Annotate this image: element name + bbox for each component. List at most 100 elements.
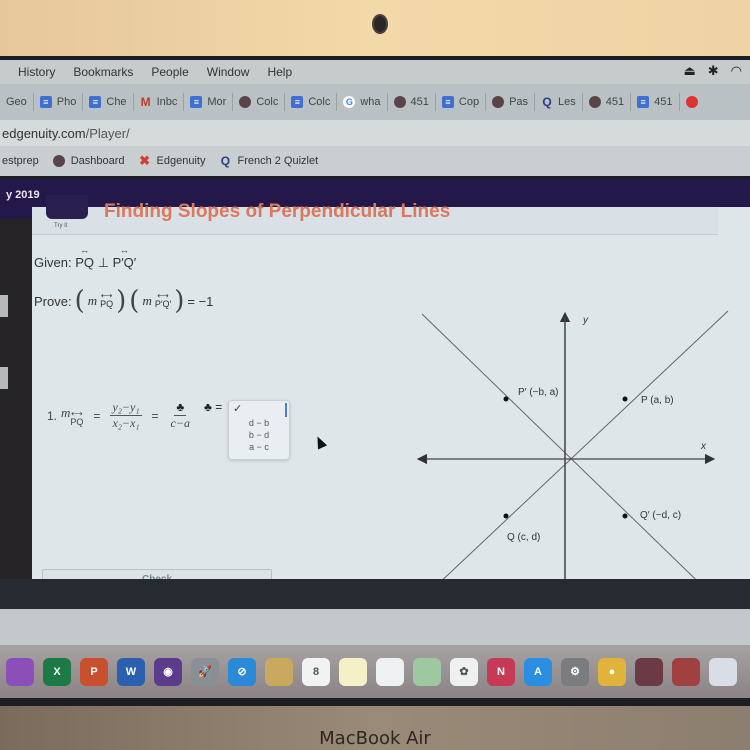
- prove-rhs: = −1: [187, 293, 214, 309]
- dock-app-maps-icon[interactable]: [413, 657, 441, 686]
- point-p: [622, 396, 628, 402]
- tab[interactable]: ≡ Colc: [285, 93, 338, 111]
- tab[interactable]: 451: [583, 93, 632, 111]
- brand-label: MacBook Air: [319, 728, 431, 749]
- camera-icon: [372, 14, 388, 34]
- dock-app-calendar-icon[interactable]: 8: [302, 657, 330, 686]
- docs-icon: ≡: [39, 96, 52, 108]
- equals-sign: =: [151, 408, 159, 423]
- slope-subscript: PQ: [70, 416, 84, 427]
- checkmark-icon: ✓: [233, 403, 243, 415]
- eagle-icon: [239, 96, 252, 108]
- proof-step-1: 1. m ⟷ PQ = y₂−y₁ x₂−x₁ = ♣ c−a: [47, 400, 192, 431]
- dropdown-option[interactable]: b − d: [229, 429, 289, 441]
- tab[interactable]: Q Les: [535, 93, 583, 111]
- dock-app-app-store-icon[interactable]: A: [524, 657, 552, 686]
- address-bar[interactable]: edgenuity.com/Player/: [0, 120, 750, 146]
- tab-bar: Geo ≡ Pho ≡ Che M Inbc ≡ Mor Colc ≡ Colc Gwha…: [0, 84, 750, 120]
- dock-app-notes-icon[interactable]: [339, 657, 367, 686]
- tab[interactable]: [680, 93, 704, 111]
- docs-icon: ≡: [190, 96, 203, 108]
- dock-app-safari-icon[interactable]: ⊘: [228, 657, 256, 686]
- menu-bookmarks[interactable]: Bookmarks: [73, 65, 133, 79]
- point-q-prime: [622, 513, 628, 519]
- dock-app-chrome-icon[interactable]: ●: [598, 657, 626, 686]
- dropdown-option[interactable]: a − c: [229, 441, 289, 453]
- x-axis-label: x: [700, 441, 707, 452]
- tab-label: Geo: [6, 96, 27, 108]
- given-statement: Given: PQ ⊥ P′Q′: [34, 246, 137, 271]
- dropdown-options: d − b b − d a − c: [229, 417, 289, 453]
- airplay-icon[interactable]: ⏏: [683, 63, 695, 79]
- url-path: /Player/: [85, 125, 130, 141]
- dock-app-onenote-icon[interactable]: [6, 657, 34, 686]
- bookmark-item[interactable]: Dashboard: [52, 155, 125, 167]
- try-it-label: Try It: [54, 223, 68, 229]
- tab[interactable]: M Inbc: [134, 93, 185, 111]
- dropdown-option[interactable]: d − b: [229, 417, 289, 429]
- tab[interactable]: Geo: [0, 93, 34, 111]
- perpendicular-symbol: ⊥: [97, 255, 109, 270]
- tab-label: Pas: [509, 96, 529, 108]
- left-nav-strip: [0, 219, 32, 579]
- try-it-button[interactable]: [46, 195, 88, 219]
- laptop-bezel-bottom: MacBook Air: [0, 706, 750, 750]
- given-label: Given:: [34, 255, 72, 270]
- dock-app-photo-booth-icon[interactable]: [672, 657, 700, 686]
- tab[interactable]: ≡ Pho: [34, 93, 84, 111]
- tab[interactable]: Gwha: [337, 93, 388, 111]
- dock-app-finder-notes-icon[interactable]: [265, 657, 293, 686]
- menu-bar: History Bookmarks People Window Help ⏏ ✱…: [0, 60, 750, 84]
- denominator: x₂−x₁: [112, 416, 140, 430]
- dock-app-news-icon[interactable]: N: [487, 657, 515, 686]
- nav-tab[interactable]: [0, 295, 8, 317]
- menu-history[interactable]: History: [18, 65, 55, 79]
- dock-app-powerpoint-icon[interactable]: P: [80, 657, 108, 686]
- dock-app-siri-icon[interactable]: ◉: [154, 657, 182, 686]
- dock-app-reminders-icon[interactable]: [376, 657, 404, 686]
- docs-icon: ≡: [291, 96, 304, 108]
- tab[interactable]: ≡ Mor: [184, 93, 234, 111]
- coordinate-graph: y x P (a, b) P′ (−b, a) Q (c, d) Q′ (−d,…: [416, 310, 729, 607]
- bluetooth-icon[interactable]: ✱: [708, 63, 719, 79]
- nav-tab[interactable]: [0, 367, 8, 389]
- prove-statement: Prove: ( m ⟷ PQ ) ( m ⟷ P′Q′ ) = −1: [34, 286, 214, 316]
- docs-icon: ≡: [441, 96, 454, 108]
- bookmark-item[interactable]: estprep: [2, 155, 39, 167]
- tab[interactable]: ≡ 451: [631, 93, 680, 111]
- status-icons: ⏏ ✱ ◠: [683, 63, 742, 79]
- dock-app-preview-icon[interactable]: [709, 657, 737, 686]
- dock-app-launchpad-icon[interactable]: 🚀: [191, 657, 219, 686]
- dock-app-photos-icon[interactable]: ✿: [450, 657, 478, 686]
- tab[interactable]: 451: [388, 93, 436, 111]
- tab[interactable]: ≡ Che: [83, 93, 134, 111]
- docs-icon: ≡: [89, 96, 102, 108]
- wifi-icon[interactable]: ◠: [731, 63, 742, 79]
- eagle-icon: [492, 96, 505, 108]
- tab[interactable]: Pas: [486, 93, 536, 111]
- bookmark-label: French 2 Quizlet: [237, 155, 319, 167]
- gmail-icon: M: [140, 95, 151, 109]
- menu-people[interactable]: People: [151, 65, 188, 79]
- google-icon: G: [343, 96, 356, 108]
- tab-label: 451: [654, 96, 673, 108]
- tab[interactable]: Colc: [233, 93, 286, 111]
- tab-label: Cop: [458, 96, 480, 108]
- tab-label: Les: [558, 96, 576, 108]
- dropdown-scrollbar[interactable]: [285, 403, 287, 417]
- point-q-label: Q (c, d): [507, 532, 540, 543]
- lesson-title: Finding Slopes of Perpendicular Lines: [104, 201, 451, 222]
- line-pq-prime: P′Q′: [113, 246, 137, 270]
- dock-app-word-icon[interactable]: W: [117, 657, 145, 686]
- menu-help[interactable]: Help: [267, 65, 292, 79]
- menu-window[interactable]: Window: [207, 65, 250, 79]
- point-p-prime-label: P′ (−b, a): [518, 387, 559, 398]
- bookmark-item[interactable]: ✖ Edgenuity: [139, 153, 205, 168]
- bookmark-item[interactable]: Q French 2 Quizlet: [219, 154, 319, 168]
- dock-app-excel-icon[interactable]: X: [43, 657, 71, 686]
- club-answer-label: ♣ =: [204, 400, 223, 414]
- dock-app-system-preferences-icon[interactable]: ⚙: [561, 657, 589, 686]
- answer-dropdown[interactable]: ✓ d − b b − d a − c: [228, 400, 290, 460]
- dock-app-eagle-app-icon[interactable]: [635, 657, 663, 686]
- tab[interactable]: ≡ Cop: [436, 93, 487, 111]
